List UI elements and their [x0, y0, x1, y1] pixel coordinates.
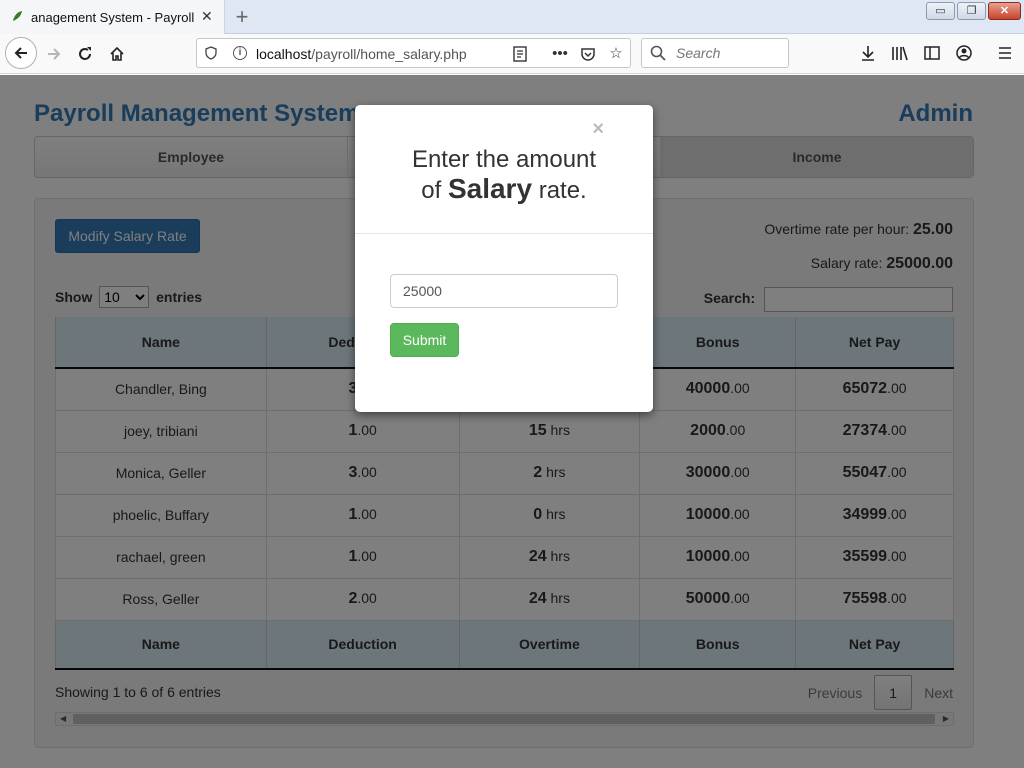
tracking-shield-icon[interactable]: [205, 46, 217, 60]
page-content: Payroll Management System Admin Employee…: [0, 75, 1024, 768]
reader-view-glyph: [513, 46, 527, 62]
browser-search-bar[interactable]: [641, 38, 789, 68]
browser-search-input[interactable]: [676, 44, 784, 62]
back-button[interactable]: [5, 37, 37, 69]
menu-hamburger-icon[interactable]: [992, 40, 1018, 66]
new-tab-button[interactable]: +: [231, 4, 253, 30]
modal-title-line1: Enter the amount: [411, 146, 597, 173]
salary-amount-input[interactable]: [390, 274, 618, 308]
address-bar[interactable]: i localhost/payroll/home_salary.php ••• …: [196, 38, 631, 68]
submit-button[interactable]: Submit: [390, 323, 459, 357]
modal-title-of: of: [421, 177, 442, 204]
sidebar-panel-icon: [924, 46, 940, 60]
library-books-icon: [892, 46, 908, 61]
pocket-glyph: [581, 48, 595, 61]
browser-toolbar: i localhost/payroll/home_salary.php ••• …: [0, 34, 1024, 74]
browser-titlebar: anagement System - Payroll M ✕ + ▭ ❐ ✕: [0, 0, 1024, 34]
library-icon[interactable]: [887, 40, 913, 66]
tab-close-icon[interactable]: ✕: [201, 8, 213, 25]
window-minimize-button[interactable]: ▭: [926, 2, 955, 20]
home-icon: [110, 46, 124, 61]
url-text: localhost/payroll/home_salary.php: [256, 46, 467, 62]
download-arrow-icon: [862, 46, 874, 61]
site-info-icon[interactable]: i: [233, 46, 247, 60]
bookmark-star-icon[interactable]: ☆: [605, 43, 627, 65]
modal-title: Enter the amount of Salary rate.: [355, 145, 653, 205]
modal-title-bold: Salary: [447, 173, 533, 204]
modal-title-rest: rate.: [538, 177, 587, 204]
window-close-button[interactable]: ✕: [988, 2, 1021, 20]
downloads-icon[interactable]: [855, 40, 881, 66]
pocket-icon[interactable]: [577, 43, 599, 65]
reader-view-icon[interactable]: [509, 43, 531, 65]
salary-rate-modal: × Enter the amount of Salary rate. Submi…: [355, 105, 653, 412]
favicon-leaf-icon: [13, 11, 22, 21]
arrow-right-icon: [48, 48, 61, 60]
page-actions-icon[interactable]: •••: [549, 43, 571, 65]
search-icon: [650, 45, 666, 61]
arrow-left-icon: [14, 47, 27, 59]
reload-icon: [79, 47, 91, 60]
hamburger-lines-icon: [999, 47, 1011, 59]
reload-button[interactable]: [71, 40, 99, 68]
modal-divider: [355, 233, 653, 234]
account-icon[interactable]: [951, 40, 977, 66]
url-path: /payroll/home_salary.php: [311, 46, 467, 62]
sidebar-toggle-icon[interactable]: [919, 40, 945, 66]
forward-button[interactable]: [40, 40, 68, 68]
url-host: localhost: [256, 46, 312, 62]
user-circle-icon: [956, 45, 972, 61]
modal-close-icon[interactable]: ×: [592, 119, 604, 139]
browser-tab[interactable]: anagement System - Payroll M ✕: [0, 0, 225, 34]
window-restore-button[interactable]: ❐: [957, 2, 986, 20]
home-button[interactable]: [103, 40, 131, 68]
tab-title: anagement System - Payroll M: [31, 10, 197, 25]
